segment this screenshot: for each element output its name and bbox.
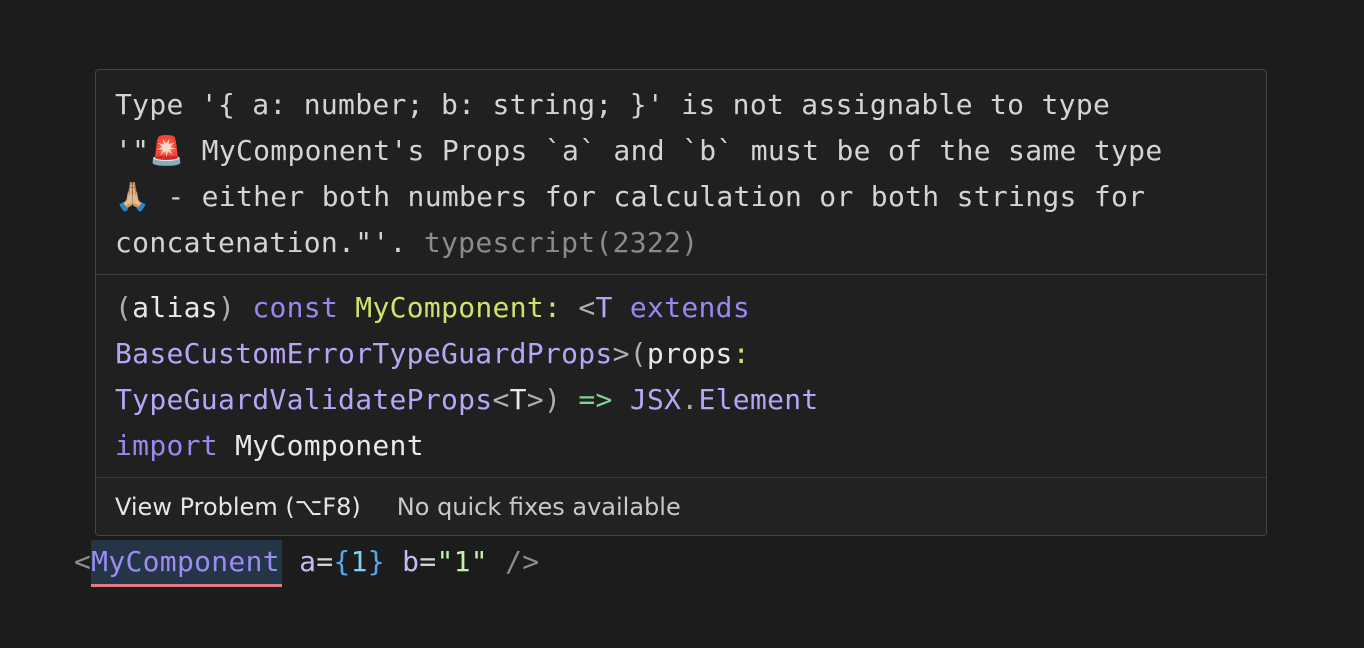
- sig-paren-open: (: [115, 291, 133, 324]
- sig-dot: .: [681, 383, 699, 416]
- jsx-brace-close: }: [367, 545, 385, 578]
- jsx-brace-open: {: [333, 545, 351, 578]
- sig-base-props-type: BaseCustomErrorTypeGuardProps: [115, 337, 613, 370]
- diagnostic-line-2-prefix: '": [115, 134, 150, 167]
- diagnostic-line-1: Type '{ a: number; b: string; }' is not …: [115, 88, 1111, 121]
- jsx-attr-a: a: [299, 545, 317, 578]
- sig-lt: <: [578, 291, 596, 324]
- jsx-component-name[interactable]: MyComponent: [91, 540, 282, 587]
- diagnostic-line-4: concatenation."'.: [115, 226, 424, 259]
- sig-const-keyword: const: [252, 291, 339, 324]
- jsx-attr-b: b: [402, 545, 420, 578]
- sig-jsx: JSX: [629, 383, 682, 416]
- jsx-self-close: />: [505, 545, 540, 578]
- sig-type-arg: T: [509, 383, 527, 416]
- sig-gt-2: >: [526, 383, 544, 416]
- diagnostic-source: typescript(2322): [423, 226, 699, 259]
- hover-widget: Type '{ a: number; b: string; }' is not …: [95, 69, 1267, 536]
- sig-props-param: props: [646, 337, 733, 370]
- siren-emoji-icon: 🚨: [149, 134, 185, 167]
- sig-validate-props-type: TypeGuardValidateProps: [115, 383, 493, 416]
- diagnostic-line-2: MyComponent's Props `a` and `b` must be …: [184, 134, 1163, 167]
- jsx-a-value: 1: [350, 545, 368, 578]
- sig-import-keyword: import: [115, 429, 218, 462]
- sig-arrow: =>: [578, 383, 613, 416]
- jsx-b-value: "1": [436, 545, 488, 578]
- sig-colon-2: :: [732, 337, 750, 370]
- sig-gt-paren: >(: [612, 337, 647, 370]
- diagnostic-line-3: - either both numbers for calculation or…: [150, 180, 1146, 213]
- no-quick-fixes-label: No quick fixes available: [396, 492, 681, 521]
- jsx-eq-1: =: [316, 545, 334, 578]
- diagnostic-message: Type '{ a: number; b: string; }' is not …: [96, 70, 1266, 274]
- type-signature: (alias) const MyComponent: <T extends Ba…: [96, 275, 1266, 477]
- sig-lt-2: <: [492, 383, 510, 416]
- editor-code-line[interactable]: <MyComponent a={1} b="1" />: [74, 538, 540, 587]
- jsx-open-bracket: <: [74, 545, 92, 578]
- sig-element: Element: [698, 383, 819, 416]
- hover-actions-bar: View Problem (⌥F8) No quick fixes availa…: [96, 478, 1266, 535]
- sig-alias: alias: [132, 291, 218, 324]
- sig-component-name: MyComponent: [355, 291, 545, 324]
- view-problem-link[interactable]: View Problem (⌥F8): [115, 493, 361, 521]
- praying-hands-emoji-icon: 🙏🏼: [115, 180, 151, 213]
- sig-extends-keyword: extends: [629, 291, 750, 324]
- sig-colon: :: [544, 291, 562, 324]
- sig-type-param: T: [595, 291, 613, 324]
- sig-import-name: MyComponent: [235, 429, 424, 462]
- sig-close-paren: ): [543, 383, 562, 416]
- jsx-eq-2: =: [419, 545, 437, 578]
- sig-paren-close: ): [217, 291, 236, 324]
